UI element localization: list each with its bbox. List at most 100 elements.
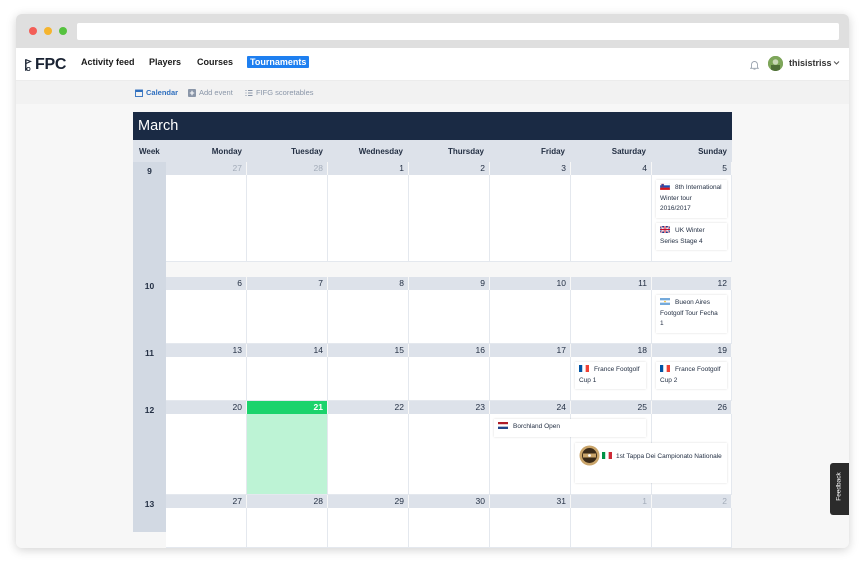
date-cell[interactable]: 31 [490,495,571,508]
day-body[interactable] [409,357,490,401]
date-cell[interactable]: 23 [409,401,490,414]
event-card[interactable]: UK Winter Series Stage 4 [656,223,727,250]
maximize-window-button[interactable] [59,27,67,35]
nav-tournaments[interactable]: Tournaments [247,56,310,68]
day-body[interactable] [409,290,490,344]
day-body[interactable] [490,175,571,262]
close-window-button[interactable] [29,27,37,35]
day-body[interactable] [166,290,247,344]
event-title: Borchland Open [513,423,560,430]
event-card[interactable]: 8th International Winter tour 2016/2017 [656,180,727,218]
minimize-window-button[interactable] [44,27,52,35]
day-body[interactable] [166,508,247,548]
date-cell[interactable]: 15 [328,344,409,357]
day-body[interactable] [328,290,409,344]
day-body[interactable] [247,290,328,344]
day-body[interactable] [490,357,571,401]
bell-icon[interactable] [750,60,759,70]
day-body[interactable] [328,508,409,548]
plus-square-icon [188,88,196,97]
day-body[interactable] [490,508,571,548]
day-body[interactable] [328,414,409,495]
date-number: 1 [642,496,647,506]
date-number: 28 [313,163,323,173]
event-card[interactable]: Bueon Aires Footgolf Tour Fecha 1 [656,295,727,333]
browser-window: FPC Activity feed Players Courses Tourna… [16,14,849,548]
date-cell[interactable]: 5 [652,162,732,175]
date-cell[interactable]: 4 [571,162,652,175]
date-cell[interactable]: 24 [490,401,571,414]
day-body[interactable] [247,357,328,401]
date-cell[interactable]: 2 [409,162,490,175]
date-cell[interactable]: 14 [247,344,328,357]
day-body[interactable] [166,414,247,495]
event-card[interactable]: Borchland Open [494,419,646,437]
date-cell-today[interactable]: 21 [247,401,328,414]
nav-players[interactable]: Players [149,57,181,67]
date-cell[interactable]: 27 [166,162,247,175]
day-body[interactable] [409,508,490,548]
event-card[interactable]: France Footgolf Cup 2 [656,362,727,389]
day-body[interactable] [328,175,409,262]
date-cell[interactable]: 1 [571,495,652,508]
day-body[interactable] [571,290,652,344]
event-card[interactable]: France Footgolf Cup 1 [575,362,646,389]
date-cell[interactable]: 26 [652,401,732,414]
day-body[interactable] [328,357,409,401]
day-body-today[interactable] [247,414,328,495]
date-cell[interactable]: 11 [571,277,652,290]
date-number: 8 [399,278,404,288]
date-cell[interactable]: 28 [247,162,328,175]
day-body[interactable] [571,508,652,548]
username[interactable]: thisistriss [789,58,832,68]
date-cell[interactable]: 27 [166,495,247,508]
subnav-calendar[interactable]: Calendar [135,88,178,97]
day-body[interactable] [166,357,247,401]
date-cell[interactable]: 16 [409,344,490,357]
date-cell[interactable]: 22 [328,401,409,414]
nav-activity-feed[interactable]: Activity feed [81,57,135,67]
date-cell[interactable]: 20 [166,401,247,414]
date-number: 3 [561,163,566,173]
day-body[interactable] [409,414,490,495]
event-card[interactable]: 1st Tappa Dei Campionato Nationale [575,443,727,483]
date-number: 12 [717,278,727,288]
nav-courses[interactable]: Courses [197,57,233,67]
date-cell[interactable]: 12 [652,277,732,290]
day-body[interactable] [247,508,328,548]
avatar[interactable] [768,56,783,71]
day-body[interactable] [571,175,652,262]
fpc-logo[interactable]: FPC [24,56,66,74]
date-cell[interactable]: 1 [328,162,409,175]
chevron-down-icon[interactable] [833,59,840,66]
date-cell[interactable]: 30 [409,495,490,508]
day-header-saturday: Saturday [611,147,646,156]
date-cell[interactable]: 17 [490,344,571,357]
date-cell[interactable]: 29 [328,495,409,508]
day-body[interactable] [247,175,328,262]
date-cell[interactable]: 10 [490,277,571,290]
subnav-add-event[interactable]: Add event [188,88,233,97]
week-row: 13 27 28 29 30 31 1 2 [133,495,732,548]
address-bar[interactable] [77,23,839,40]
date-cell[interactable]: 9 [409,277,490,290]
day-body[interactable] [409,175,490,262]
date-number: 26 [717,402,727,412]
feedback-tab[interactable]: Feedback [830,463,849,515]
date-cell[interactable]: 2 [652,495,732,508]
month-title: March [138,118,179,134]
date-cell[interactable]: 7 [247,277,328,290]
day-body[interactable] [166,175,247,262]
date-cell[interactable]: 3 [490,162,571,175]
subnav-scoretables[interactable]: FIFG scoretables [245,88,314,97]
date-cell[interactable]: 28 [247,495,328,508]
day-body[interactable] [652,508,732,548]
date-cell[interactable]: 19 [652,344,732,357]
date-cell[interactable]: 13 [166,344,247,357]
day-body[interactable] [490,290,571,344]
date-cell[interactable]: 8 [328,277,409,290]
date-cell[interactable]: 6 [166,277,247,290]
date-cell[interactable]: 25 [571,401,652,414]
date-cell[interactable]: 18 [571,344,652,357]
flag-pin-icon [25,59,32,71]
